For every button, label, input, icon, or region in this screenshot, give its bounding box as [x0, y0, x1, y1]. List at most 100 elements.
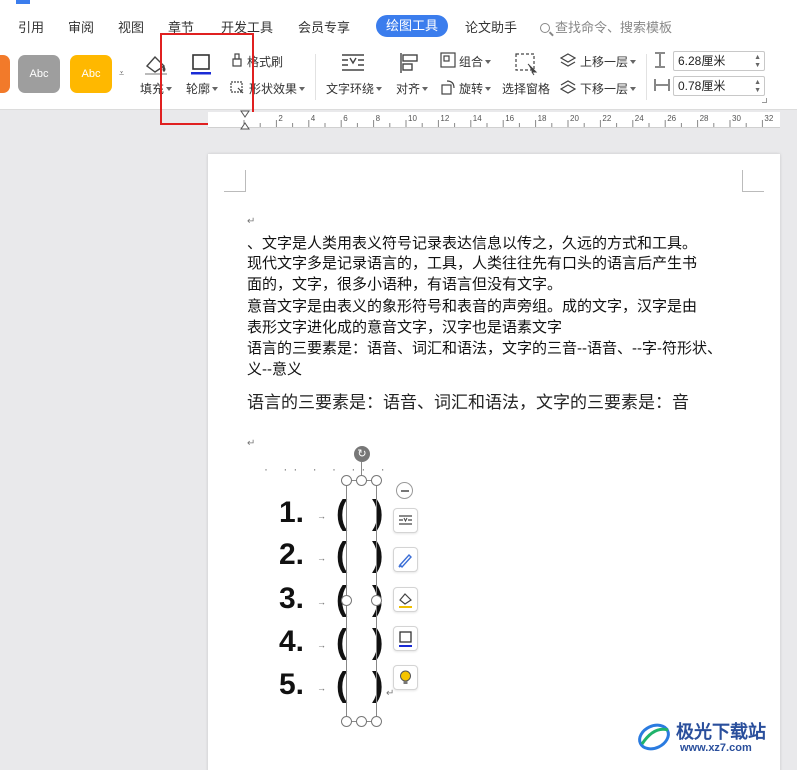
shape-style-yellow[interactable]: Abc: [70, 55, 112, 93]
styles-more-icon[interactable]: ⩡: [119, 68, 124, 79]
brush-icon: [398, 553, 412, 569]
width-value: 0.78厘米: [678, 79, 726, 93]
ruler-label: 30: [732, 114, 741, 123]
align-button[interactable]: 对齐: [396, 80, 429, 97]
collapse-quick-bar-icon[interactable]: [396, 482, 413, 499]
menu-reference[interactable]: 引用: [18, 17, 44, 36]
watermark-url: www.xz7.com: [680, 742, 752, 754]
shape-effect-button[interactable]: 形状效果: [249, 80, 306, 97]
resize-handle-top[interactable]: [356, 475, 367, 486]
search-placeholder: 查找命令、搜索模板: [555, 20, 673, 35]
outline-square-icon: [399, 631, 412, 647]
text-wrap-button[interactable]: 文字环绕: [326, 80, 383, 97]
height-icon: [655, 52, 665, 68]
ruler-label: 10: [408, 114, 417, 123]
cut-off-text-row: · ·· · · ·· ·: [264, 462, 391, 476]
bring-forward-button[interactable]: 上移一层: [580, 53, 637, 70]
ruler-label: 32: [764, 114, 773, 123]
doc-line-6: 语言的三要素是：语音、词汇和语法，文字的三音--语音、--字-符形状、: [247, 340, 722, 357]
paragraph-mark: ↵: [247, 216, 256, 227]
float-outline-button[interactable]: [393, 626, 418, 651]
ribbon-separator: [315, 54, 316, 100]
width-input[interactable]: 0.78厘米 ▲ ▼: [673, 76, 765, 96]
float-style-button[interactable]: [393, 547, 418, 572]
doc-line-3: 面的，文字，很多小语种，有语言但没有文字。: [247, 276, 563, 293]
bring-forward-icon[interactable]: [560, 52, 576, 68]
menu-view[interactable]: 视图: [118, 17, 144, 36]
menu-review[interactable]: 审阅: [68, 17, 94, 36]
shape-style-orange[interactable]: [0, 55, 10, 93]
selection-pane-icon[interactable]: [514, 52, 538, 76]
text-wrap-icon[interactable]: [340, 52, 366, 74]
tab-arrow-icon: →: [317, 553, 326, 563]
aurora-logo-icon: [638, 723, 670, 751]
ribbon-separator: [646, 54, 647, 100]
ruler-label: 22: [602, 114, 611, 123]
spin-up-icon[interactable]: ▲: [754, 79, 761, 86]
spin-down-icon[interactable]: ▼: [754, 87, 761, 94]
doc-line-1: 、文字是人类用表义符号记录表达信息以传之，久远的方式和工具。: [247, 235, 698, 252]
rotate-handle-stem: [361, 462, 362, 476]
tab-arrow-icon: →: [317, 597, 326, 607]
spin-up-icon[interactable]: ▲: [754, 54, 761, 61]
resize-handle-top-right[interactable]: [371, 475, 382, 486]
ruler-label: 24: [635, 114, 644, 123]
dialog-launcher-icon[interactable]: [762, 98, 767, 103]
resize-handle-left[interactable]: [341, 595, 352, 606]
search-box[interactable]: 查找命令、搜索模板: [540, 17, 672, 36]
list-number-1: 1.: [279, 496, 305, 529]
ruler-label: 2: [278, 114, 283, 123]
list-number-3: 3.: [279, 582, 305, 615]
ruler-label: 28: [700, 114, 709, 123]
ruler-label: 12: [440, 114, 449, 123]
watermark-title: 极光下载站: [676, 722, 766, 742]
doc-line-4: 意音文字是由表义的象形符号和表音的声旁组。成的文字，汉字是由: [247, 298, 698, 315]
ruler-label: 14: [473, 114, 482, 123]
shape-style-gray[interactable]: Abc: [18, 55, 60, 93]
lightbulb-icon: [400, 670, 411, 684]
menu-paper-assistant[interactable]: 论文助手: [465, 17, 517, 36]
height-value: 6.28厘米: [678, 54, 726, 68]
width-icon: [654, 79, 670, 91]
list-number-4: 4.: [279, 625, 305, 658]
rotate-handle-icon[interactable]: ↻: [354, 446, 370, 462]
group-button[interactable]: 组合: [459, 53, 492, 70]
height-input[interactable]: 6.28厘米 ▲ ▼: [673, 51, 765, 71]
ruler-indent-marker[interactable]: [240, 110, 250, 130]
ruler-label: 16: [505, 114, 514, 123]
float-layout-button[interactable]: [393, 508, 418, 533]
doc-line-7: 义--意义: [247, 361, 302, 378]
resize-handle-bottom-left[interactable]: [341, 716, 352, 727]
ruler-label: 6: [343, 114, 348, 123]
list-number-2: 2.: [279, 538, 305, 571]
doc-serif-line: 语言的三要素是：语音、词汇和语法，文字的三要素是：音: [247, 393, 689, 412]
float-fill-button[interactable]: [393, 587, 418, 612]
resize-handle-right[interactable]: [371, 595, 382, 606]
menu-bar: 引用 审阅 视图 章节 开发工具 会员专享 绘图工具 论文助手 查找命令、搜索模…: [0, 0, 797, 46]
tab-arrow-icon: →: [317, 511, 326, 521]
menu-drawing-tools[interactable]: 绘图工具: [376, 15, 448, 37]
ruler-label: 20: [570, 114, 579, 123]
search-icon: [540, 23, 550, 33]
paragraph-mark: ↵: [247, 438, 256, 449]
paragraph-mark: ↵: [386, 688, 395, 699]
ruler-label: 18: [538, 114, 547, 123]
spin-down-icon[interactable]: ▼: [754, 62, 761, 69]
horizontal-ruler[interactable]: 2 4 6 8 10 12 14 16 18 20 22 24 26 28 30 32: [208, 112, 780, 128]
send-backward-button[interactable]: 下移一层: [580, 80, 637, 97]
rotate-icon[interactable]: [440, 79, 456, 95]
resize-handle-top-left[interactable]: [341, 475, 352, 486]
selection-pane-button[interactable]: 选择窗格: [502, 80, 550, 97]
doc-line-2: 现代文字多是记录语言的，工具，人类往往先有口头的语言后产生书: [247, 255, 698, 272]
float-idea-button[interactable]: [393, 665, 418, 690]
rotate-button[interactable]: 旋转: [459, 80, 492, 97]
send-backward-icon[interactable]: [560, 79, 576, 95]
align-icon[interactable]: [399, 52, 421, 74]
group-icon[interactable]: [440, 52, 456, 68]
ruler-label: 26: [667, 114, 676, 123]
resize-handle-bottom[interactable]: [356, 716, 367, 727]
page-corner-mark: [742, 170, 764, 192]
menu-member[interactable]: 会员专享: [298, 17, 350, 36]
page-corner-mark: [224, 170, 246, 192]
resize-handle-bottom-right[interactable]: [371, 716, 382, 727]
